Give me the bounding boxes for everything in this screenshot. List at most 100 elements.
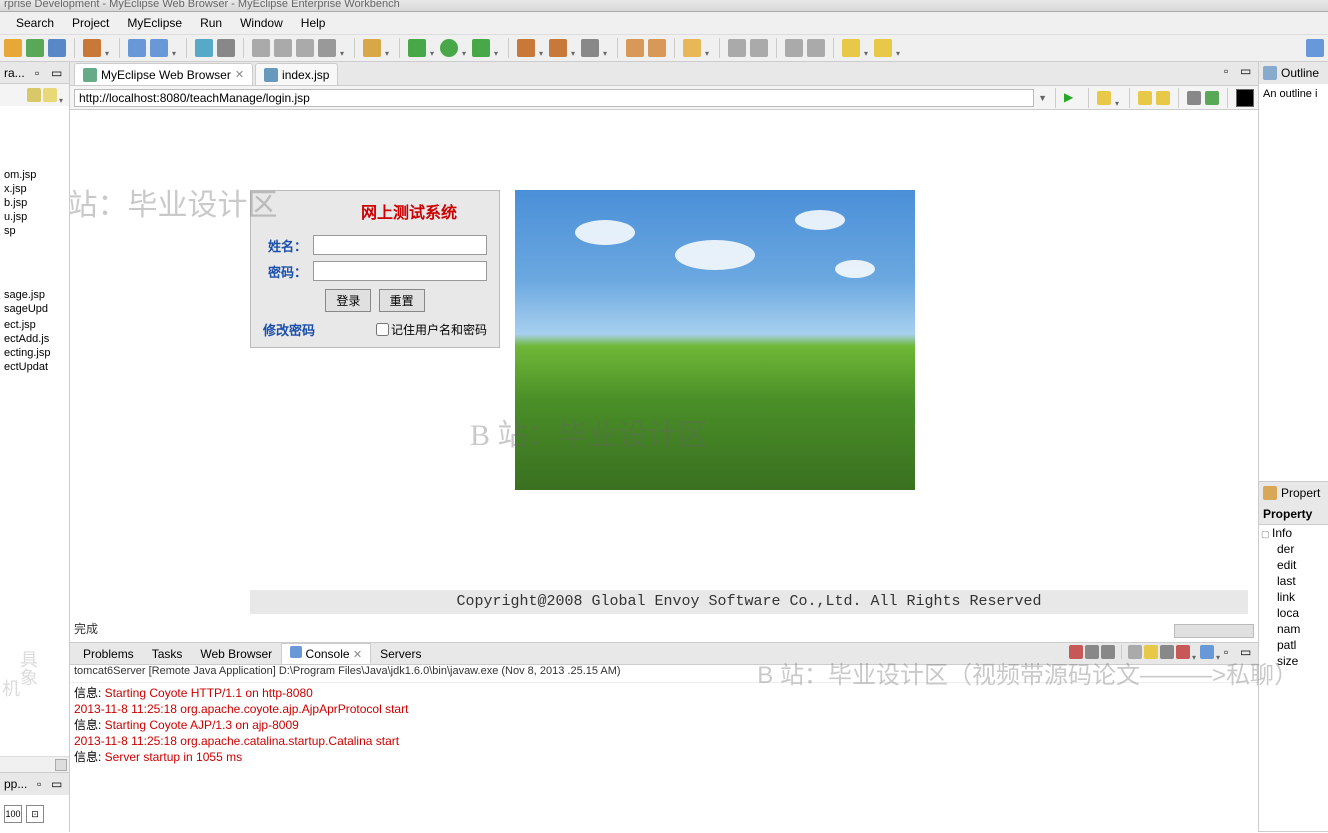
dropdown-icon[interactable] [385, 45, 391, 51]
view-icon[interactable]: 100 [4, 805, 22, 823]
link-icon[interactable] [43, 88, 57, 102]
file-tree[interactable]: om.jsp x.jsp b.jsp u.jsp sp sage.jsp sag… [0, 106, 69, 756]
console-tool-icon[interactable] [1200, 645, 1214, 659]
properties-body[interactable]: Property Info der edit last link loca na… [1259, 504, 1328, 669]
back-icon[interactable] [1138, 91, 1152, 105]
maximize-icon[interactable]: ▭ [1240, 64, 1254, 78]
file-item[interactable]: om.jsp [0, 168, 69, 182]
tool-icon[interactable] [785, 39, 803, 57]
tab-browser[interactable]: MyEclipse Web Browser ✕ [74, 63, 253, 85]
dropdown-icon[interactable] [494, 45, 500, 51]
remember-label[interactable]: 记住用户名和密码 [376, 321, 487, 338]
reset-button[interactable]: 重置 [379, 289, 425, 312]
property-item[interactable]: der [1259, 541, 1328, 557]
console-tool-icon[interactable] [1069, 645, 1083, 659]
forward-icon[interactable] [874, 39, 892, 57]
file-item[interactable]: u.jsp [0, 210, 69, 224]
menu-myeclipse[interactable]: MyEclipse [119, 14, 190, 32]
menu-search[interactable]: Search [8, 14, 62, 32]
login-button[interactable]: 登录 [325, 289, 371, 312]
tool-icon[interactable] [549, 39, 567, 57]
tab-indexjsp[interactable]: index.jsp [255, 63, 338, 85]
minimize-icon[interactable]: ▫ [1224, 64, 1238, 78]
file-item[interactable]: sageUpd [0, 302, 69, 316]
minimize-icon[interactable]: ▫ [1224, 645, 1238, 659]
refresh-icon[interactable] [1205, 91, 1219, 105]
file-item[interactable]: ectUpdat [0, 360, 69, 374]
tool-icon[interactable] [274, 39, 292, 57]
maximize-icon[interactable]: ▭ [51, 66, 65, 80]
tool-icon[interactable] [48, 39, 66, 57]
tool-icon[interactable] [807, 39, 825, 57]
password-input[interactable] [313, 261, 487, 281]
remember-checkbox[interactable] [376, 323, 389, 336]
dropdown-icon[interactable] [172, 45, 178, 51]
tool-icon[interactable] [4, 39, 22, 57]
console-tool-icon[interactable] [1176, 645, 1190, 659]
dropdown-icon[interactable] [1115, 95, 1121, 101]
tool-icon[interactable] [26, 39, 44, 57]
tool-icon[interactable] [517, 39, 535, 57]
tab-servers[interactable]: Servers [371, 644, 430, 664]
tool-icon[interactable] [83, 39, 101, 57]
property-item[interactable]: size [1259, 653, 1328, 669]
dropdown-icon[interactable] [105, 45, 111, 51]
tool-icon[interactable] [318, 39, 336, 57]
back-icon[interactable] [842, 39, 860, 57]
tool-icon[interactable] [217, 39, 235, 57]
fav-icon[interactable] [1097, 91, 1111, 105]
change-password-link[interactable]: 修改密码 [263, 320, 315, 339]
go-icon[interactable]: ▶ [1064, 90, 1080, 106]
dropdown-icon[interactable] [896, 45, 902, 51]
name-input[interactable] [313, 235, 487, 255]
property-item[interactable]: link [1259, 589, 1328, 605]
scrollbar[interactable] [1174, 624, 1254, 638]
tool-icon[interactable] [296, 39, 314, 57]
tab-console[interactable]: Console ✕ [281, 643, 371, 664]
console-tool-icon[interactable] [1160, 645, 1174, 659]
dropdown-icon[interactable] [462, 45, 468, 51]
maximize-icon[interactable]: ▭ [1240, 645, 1254, 659]
dropdown-icon[interactable] [603, 45, 609, 51]
minimize-icon[interactable]: ▫ [35, 66, 49, 80]
scrollbar[interactable] [0, 756, 69, 772]
file-item[interactable]: sp [0, 224, 69, 238]
console-output[interactable]: 信息: Starting Coyote HTTP/1.1 on http-808… [70, 683, 1258, 832]
console-tool-icon[interactable] [1128, 645, 1142, 659]
console-tool-icon[interactable] [1144, 645, 1158, 659]
tool-icon[interactable] [252, 39, 270, 57]
file-item[interactable]: ecting.jsp [0, 346, 69, 360]
forward-icon[interactable] [1156, 91, 1170, 105]
property-item[interactable]: edit [1259, 557, 1328, 573]
property-item[interactable]: nam [1259, 621, 1328, 637]
tab-tasks[interactable]: Tasks [143, 644, 192, 664]
tool-icon[interactable] [150, 39, 168, 57]
tool-icon[interactable] [472, 39, 490, 57]
maximize-icon[interactable]: ▭ [51, 777, 65, 791]
property-group[interactable]: Info [1259, 525, 1328, 541]
file-item[interactable]: ect.jsp [0, 318, 69, 332]
property-item[interactable]: last [1259, 573, 1328, 589]
menu-project[interactable]: Project [64, 14, 117, 32]
tool-icon[interactable] [683, 39, 701, 57]
dropdown-icon[interactable] [705, 45, 711, 51]
file-item[interactable]: b.jsp [0, 196, 69, 210]
tool-icon[interactable] [128, 39, 146, 57]
run-icon[interactable] [440, 39, 458, 57]
tool-icon[interactable] [648, 39, 666, 57]
menu-icon[interactable] [59, 92, 65, 98]
dropdown-icon[interactable] [539, 45, 545, 51]
dropdown-icon[interactable] [430, 45, 436, 51]
close-icon[interactable]: ✕ [353, 649, 362, 661]
dropdown-icon[interactable] [1192, 649, 1198, 655]
tool-icon[interactable] [581, 39, 599, 57]
menu-run[interactable]: Run [192, 14, 230, 32]
tool-icon[interactable] [195, 39, 213, 57]
menu-window[interactable]: Window [232, 14, 291, 32]
file-item[interactable]: sage.jsp [0, 288, 69, 302]
tool-icon[interactable] [750, 39, 768, 57]
collapse-icon[interactable] [27, 88, 41, 102]
tab-webbrowser[interactable]: Web Browser [191, 644, 281, 664]
dropdown-icon[interactable]: ▼ [1038, 93, 1047, 103]
close-icon[interactable]: ✕ [235, 68, 244, 81]
